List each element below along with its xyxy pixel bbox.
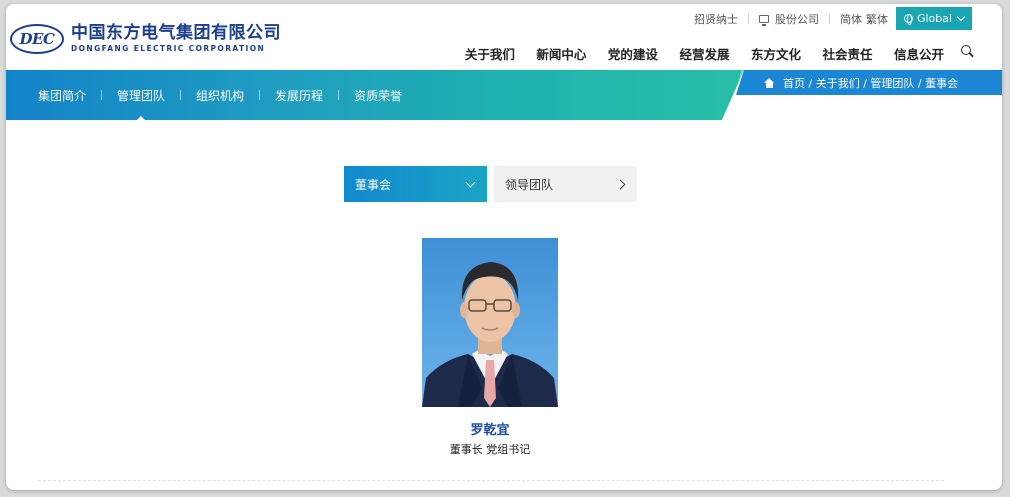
lang-simplified-link[interactable]: 简体 bbox=[840, 11, 862, 27]
tab-board[interactable]: 董事会 bbox=[344, 166, 487, 202]
chevron-right-icon bbox=[615, 179, 626, 189]
member-title: 董事长 党组书记 bbox=[449, 443, 531, 456]
nav-disclosure[interactable]: 信息公开 bbox=[894, 44, 944, 63]
divider bbox=[259, 90, 261, 100]
home-icon[interactable] bbox=[764, 77, 775, 88]
logo-english-name: DONGFANG ELECTRIC CORPORATION bbox=[71, 44, 266, 54]
divider bbox=[748, 13, 749, 24]
person-silhouette bbox=[422, 262, 558, 407]
subnav-honors[interactable]: 资质荣誉 bbox=[354, 87, 402, 104]
company-logo[interactable]: DEC 中国东方电气集团有限公司 DONGFANG ELECTRIC CORPO… bbox=[10, 24, 281, 54]
nav-responsibility[interactable]: 社会责任 bbox=[822, 44, 872, 63]
tab-board-label: 董事会 bbox=[355, 177, 392, 192]
global-label: Global bbox=[916, 12, 953, 25]
logo-chinese-name: 中国东方电气集团有限公司 bbox=[71, 23, 281, 44]
nav-business[interactable]: 经营发展 bbox=[679, 44, 729, 63]
sub-nav: 集团简介 管理团队 组织机构 发展历程 资质荣誉 bbox=[38, 70, 402, 121]
nav-party[interactable]: 党的建设 bbox=[608, 44, 658, 63]
content-divider bbox=[38, 480, 944, 481]
divider bbox=[338, 90, 340, 100]
nav-culture[interactable]: 东方文化 bbox=[751, 44, 801, 63]
monitor-icon bbox=[759, 14, 769, 26]
logo-mark: DEC bbox=[10, 24, 64, 54]
global-button[interactable]: Global bbox=[896, 7, 972, 30]
sub-banner: 集团简介 管理团队 组织机构 发展历程 资质荣誉 首页 / 关于我们 / 管理团… bbox=[6, 70, 1002, 121]
subnav-intro[interactable]: 集团简介 bbox=[38, 87, 86, 104]
search-icon[interactable] bbox=[961, 45, 974, 58]
globe-icon bbox=[903, 14, 913, 25]
stock-company-link[interactable]: 股份公司 bbox=[775, 11, 819, 27]
utility-bar: 招贤纳士 股份公司 简体 繁体 Global bbox=[694, 7, 972, 30]
chevron-down-icon bbox=[956, 12, 966, 22]
lang-traditional-link[interactable]: 繁体 bbox=[866, 11, 888, 27]
browser-window: DEC 中国东方电气集团有限公司 DONGFANG ELECTRIC CORPO… bbox=[6, 4, 1002, 490]
subnav-history[interactable]: 发展历程 bbox=[275, 87, 323, 104]
divider bbox=[829, 13, 830, 24]
breadcrumb: 首页 / 关于我们 / 管理团队 / 董事会 bbox=[764, 70, 958, 95]
divider bbox=[180, 90, 182, 100]
main-nav: 关于我们 新闻中心 党的建设 经营发展 东方文化 社会责任 信息公开 bbox=[443, 44, 944, 63]
tab-leadership-label: 领导团队 bbox=[505, 177, 554, 192]
subnav-organization[interactable]: 组织机构 bbox=[196, 87, 244, 104]
logo-text: 中国东方电气集团有限公司 DONGFANG ELECTRIC CORPORATI… bbox=[71, 25, 281, 53]
chevron-down-icon bbox=[465, 177, 476, 187]
subnav-management[interactable]: 管理团队 bbox=[117, 87, 165, 121]
nav-about[interactable]: 关于我们 bbox=[465, 44, 515, 63]
recruit-link[interactable]: 招贤纳士 bbox=[694, 11, 738, 27]
member-name[interactable]: 罗乾宜 bbox=[6, 419, 974, 438]
team-tabs: 董事会 领导团队 bbox=[344, 166, 637, 202]
member-portrait[interactable] bbox=[422, 238, 558, 407]
tab-leadership[interactable]: 领导团队 bbox=[494, 166, 637, 202]
nav-news[interactable]: 新闻中心 bbox=[536, 44, 586, 63]
divider bbox=[101, 90, 103, 100]
breadcrumb-text[interactable]: 首页 / 关于我们 / 管理团队 / 董事会 bbox=[783, 75, 958, 91]
